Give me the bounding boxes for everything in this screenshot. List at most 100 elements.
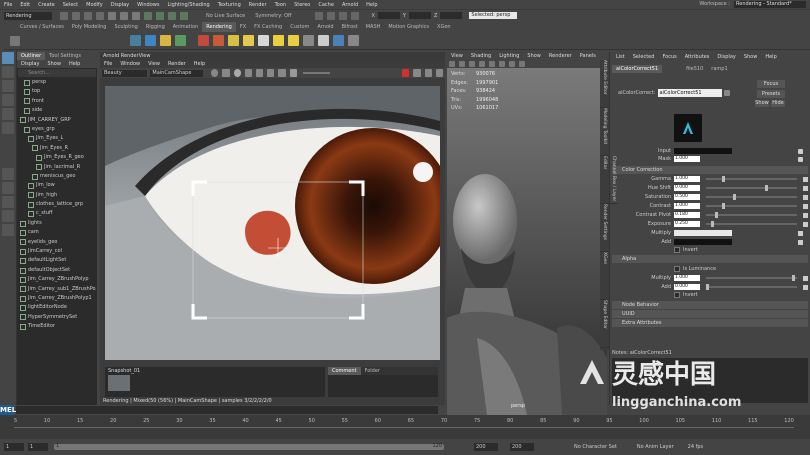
redo-icon[interactable] — [96, 11, 104, 20]
graph-layout-icon[interactable] — [2, 224, 14, 236]
save-icon[interactable] — [72, 11, 80, 20]
side-tab-rendersettings[interactable]: Render Settings — [600, 204, 609, 252]
fit-icon[interactable] — [244, 69, 252, 77]
viewport-wireframe-icon[interactable] — [489, 61, 495, 67]
mesh-light-icon[interactable] — [145, 35, 156, 46]
side-by-side-icon[interactable] — [2, 196, 14, 208]
viewport-image-plane-icon[interactable] — [469, 61, 475, 67]
shelf-settings-icon[interactable] — [10, 35, 20, 46]
attr-slider[interactable] — [706, 221, 797, 227]
select-tool-icon[interactable] — [2, 52, 14, 64]
viewport-bookmark-icon[interactable] — [459, 61, 465, 67]
map-icon[interactable] — [803, 275, 808, 281]
storage-icon[interactable] — [424, 69, 432, 77]
outliner-item[interactable]: Jim_Eyes_R_geo — [20, 153, 97, 162]
ae-menu-focus[interactable]: Focus — [658, 54, 680, 60]
attr-slider[interactable] — [706, 284, 797, 290]
presets-button[interactable]: Presets — [757, 90, 785, 98]
outliner-menu-help[interactable]: Help — [65, 61, 84, 67]
hypershade-icon[interactable] — [351, 11, 360, 20]
map-icon[interactable] — [803, 176, 808, 182]
outliner-item[interactable]: side — [20, 106, 97, 115]
aov-select[interactable]: Beauty — [102, 69, 148, 77]
attr-slider[interactable] — [706, 212, 797, 218]
map-icon[interactable] — [803, 185, 808, 191]
render-region-icon[interactable] — [233, 69, 241, 77]
input-map-icon[interactable] — [798, 148, 803, 154]
alpha-icon[interactable] — [278, 69, 286, 77]
undo-icon[interactable] — [84, 11, 92, 20]
tab-tool-settings[interactable]: Tool Settings — [45, 52, 85, 60]
stop-render-icon[interactable] — [402, 69, 410, 77]
input-color-swatch[interactable] — [674, 148, 732, 154]
ae-menu-selected[interactable]: Selected — [629, 54, 659, 60]
symmetry-status[interactable]: Symmetry: Off — [255, 13, 291, 19]
hide-button[interactable]: Hide — [771, 100, 785, 107]
range-end-field[interactable]: 200 — [510, 443, 534, 451]
invert-checkbox-1[interactable] — [674, 247, 680, 253]
render-menu-view[interactable]: View — [144, 61, 164, 67]
end-frame-field[interactable]: 200 — [474, 443, 498, 451]
menu-item-lightingshading[interactable]: Lighting/Shading — [163, 2, 213, 8]
section-uuid[interactable]: UUID — [612, 310, 808, 318]
attr-slider[interactable] — [706, 194, 797, 200]
comment-field[interactable] — [328, 375, 438, 397]
refresh-icon[interactable] — [211, 69, 219, 77]
slider-knob[interactable] — [715, 212, 719, 218]
mel-input[interactable] — [16, 406, 438, 414]
render-menu-render[interactable]: Render — [164, 61, 190, 67]
shelf-tab-sculpting[interactable]: Sculpting — [110, 22, 141, 32]
shelf-tab-arnold[interactable]: Arnold — [313, 22, 337, 32]
outliner-item[interactable]: HyperSymmetrySet — [20, 313, 97, 322]
map-icon[interactable] — [798, 239, 803, 245]
time-slider[interactable]: 5 10 15 20 25 30 35 40 45 50 55 60 65 70 75 80 85 90 95 100… — [0, 415, 810, 439]
viewport-menu-show[interactable]: Show — [523, 53, 545, 59]
is-luminance-checkbox[interactable] — [674, 266, 680, 272]
outliner-item[interactable]: defaultObjectSet — [20, 266, 97, 275]
shelf-tab-xgen[interactable]: XGen — [433, 22, 455, 32]
exposure-icon[interactable] — [289, 69, 297, 77]
shelf-tab-animation[interactable]: Animation — [169, 22, 203, 32]
outliner-item[interactable]: lightEditorNode — [20, 303, 97, 312]
ipr-icon[interactable] — [327, 11, 336, 20]
mask-field[interactable]: 1.000 — [674, 156, 700, 162]
attr-field[interactable]: 0.500 — [674, 194, 700, 200]
light-editor-icon[interactable] — [243, 35, 254, 46]
shelf-tab-rendering[interactable]: Rendering — [202, 22, 236, 32]
select-object-icon[interactable] — [120, 11, 128, 20]
lasso-tool-icon[interactable] — [2, 66, 14, 78]
shelf-tab-motiongraphics[interactable]: Motion Graphics — [384, 22, 433, 32]
mask-map-icon[interactable] — [798, 156, 803, 162]
camera-select[interactable]: MainCamShape — [150, 69, 204, 77]
ae-menu-display[interactable]: Display — [713, 54, 739, 60]
attr-field[interactable]: 0.000 — [674, 284, 700, 290]
map-icon[interactable] — [803, 203, 808, 209]
hypershade-shelf-icon[interactable] — [303, 35, 314, 46]
menu-item-help[interactable]: Help — [362, 2, 381, 8]
rotate-tool-icon[interactable] — [2, 108, 14, 120]
shelf-tab-polymodeling[interactable]: Poly Modeling — [68, 22, 111, 32]
viewport-textured-icon[interactable] — [509, 61, 515, 67]
snap-view-icon[interactable] — [180, 11, 188, 20]
viewport-grid-icon[interactable] — [479, 61, 485, 67]
outliner-item[interactable]: c_stuff — [20, 209, 97, 218]
four-pane-icon[interactable] — [2, 182, 14, 194]
snap-point-icon[interactable] — [168, 11, 176, 20]
show-button[interactable]: Show — [755, 100, 769, 107]
outliner-item[interactable]: Jim_Carrey_ZBrushPolyp1 — [20, 294, 97, 303]
ae-tab-ramp[interactable]: ramp1 — [707, 65, 731, 73]
viewport-smooth-icon[interactable] — [499, 61, 505, 67]
settings-icon[interactable] — [435, 69, 443, 77]
single-pane-icon[interactable] — [2, 168, 14, 180]
menu-item-windows[interactable]: Windows — [133, 2, 163, 8]
outliner-item[interactable]: Jim_high — [20, 191, 97, 200]
menu-item-select[interactable]: Select — [59, 2, 82, 8]
outliner-item[interactable]: persp — [20, 78, 97, 87]
zoom-icon[interactable] — [255, 69, 264, 77]
attr-field[interactable]: 1.000 — [674, 203, 700, 209]
outliner-item[interactable]: Jim_low — [20, 181, 97, 190]
outliner-item[interactable]: eyelids_geo — [20, 238, 97, 247]
section-node-behavior[interactable]: Node Behavior — [612, 301, 808, 309]
ae-node-name-field[interactable]: aiColorCorrect51 — [658, 88, 723, 97]
render-menu-file[interactable]: File — [100, 61, 116, 67]
